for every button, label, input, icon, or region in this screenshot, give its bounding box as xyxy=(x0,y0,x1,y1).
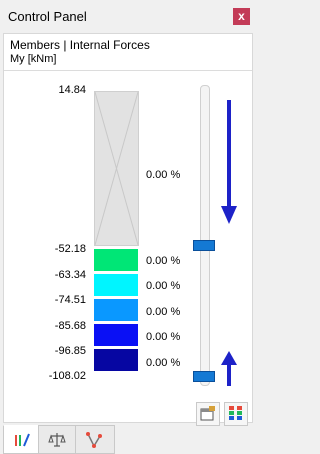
panel-tabs xyxy=(0,425,255,454)
scale-color-box[interactable] xyxy=(94,349,138,371)
scale-value: -74.51 xyxy=(54,294,86,306)
unit-label: My [kNm] xyxy=(10,53,57,65)
scale-value: -63.34 xyxy=(54,269,86,281)
header-separator xyxy=(4,70,252,71)
scale-color-box[interactable] xyxy=(94,274,138,296)
scale-value: -96.85 xyxy=(54,345,86,357)
scale-percent: 0.00 % xyxy=(146,280,181,292)
lower-slider-handle[interactable] xyxy=(193,371,215,382)
close-button[interactable]: x xyxy=(233,8,250,25)
scale-value: -85.68 xyxy=(54,320,86,332)
scale-out-of-range-box xyxy=(94,91,139,246)
panel-title: Members | Internal Forces xyxy=(10,38,150,52)
scale-percent: 0.00 % xyxy=(146,306,181,318)
range-slider-track[interactable] xyxy=(200,85,210,386)
scale-color-box[interactable] xyxy=(94,249,138,271)
window-title: Control Panel xyxy=(8,9,87,24)
control-panel: Members | Internal Forces My [kNm] 14.84… xyxy=(3,33,253,426)
tab-balance[interactable] xyxy=(38,425,76,454)
scale-color-box[interactable] xyxy=(94,324,138,346)
display-settings-icon xyxy=(200,406,215,421)
color-scale-pen-icon xyxy=(15,433,30,447)
members-filter-icon xyxy=(86,432,102,448)
scale-color-box[interactable] xyxy=(94,299,138,321)
color-scale-icon xyxy=(229,406,242,420)
arrow-down-icon xyxy=(221,100,237,224)
scale-percent-top: 0.00 % xyxy=(146,169,181,181)
upper-slider-handle[interactable] xyxy=(193,240,215,251)
scale-value: -52.18 xyxy=(54,243,86,255)
color-scale-settings-button[interactable] xyxy=(224,402,248,426)
scale-percent-bottom: 0.00 % xyxy=(146,357,181,369)
panel-header: Members | Internal Forces My [kNm] xyxy=(10,38,150,66)
display-settings-button[interactable] xyxy=(196,402,220,426)
balance-scale-icon xyxy=(48,433,66,447)
scale-percent: 0.00 % xyxy=(146,331,181,343)
tab-members-filter[interactable] xyxy=(75,425,115,454)
tab-color-scale[interactable] xyxy=(3,425,39,454)
window-titlebar: Control Panel x xyxy=(0,0,255,32)
scale-value-top: 14.84 xyxy=(58,84,86,96)
scale-value-bottom: -108.02 xyxy=(48,370,86,382)
arrow-up-icon xyxy=(221,351,237,386)
scale-percent: 0.00 % xyxy=(146,255,181,267)
